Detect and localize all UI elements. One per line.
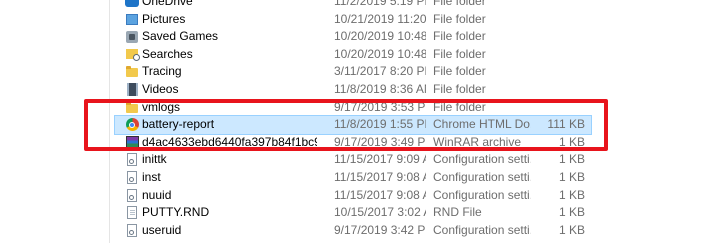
file-row[interactable]: Tracing 3/11/2017 8:20 PM File folder (110, 63, 720, 81)
file-row[interactable]: OneDrive 11/2/2019 5:19 PM File folder (110, 0, 720, 11)
file-row[interactable]: Searches 10/20/2019 10:48 ... File folder (110, 46, 720, 64)
file-name: useruid (142, 222, 182, 237)
file-icon-cell (124, 169, 140, 186)
file-type: RND File (433, 205, 482, 220)
file-list: OneDrive 11/2/2019 5:19 PM File folder Pict… (110, 0, 720, 239)
file-icon-cell (124, 116, 140, 133)
config-file-icon (127, 188, 137, 202)
file-name: battery-report (142, 117, 215, 132)
folder-icon (126, 66, 138, 78)
file-name: Videos (142, 81, 179, 96)
file-icon-cell (124, 151, 140, 168)
config-file-icon (127, 223, 137, 237)
file-size: 1 KB (558, 222, 585, 237)
file-type: Configuration setti... (433, 152, 531, 167)
file-row[interactable]: inittk 11/15/2017 9:09 A... Configuration … (110, 151, 720, 169)
file-type: File folder (433, 99, 486, 114)
searches-folder-icon (126, 49, 140, 62)
file-type: File folder (433, 81, 486, 96)
file-type: Chrome HTML Do... (433, 117, 531, 132)
file-icon-cell (124, 81, 140, 98)
file-name: OneDrive (142, 0, 193, 8)
file-size: 1 KB (558, 169, 585, 184)
file-icon-cell (124, 187, 140, 204)
winrar-archive-icon (125, 136, 139, 149)
file-icon-cell (124, 0, 140, 10)
pictures-folder-icon (126, 13, 138, 25)
file-icon-cell (124, 28, 140, 45)
file-type: WinRAR archive (433, 134, 522, 149)
file-icon-cell (124, 11, 140, 28)
file-row[interactable]: useruid 9/17/2019 3:42 PM Configuration se… (110, 222, 720, 240)
file-icon-cell (124, 134, 140, 151)
file-name: inst (142, 169, 161, 184)
file-name: Searches (142, 46, 193, 61)
videos-folder-icon (126, 82, 138, 96)
file-date-modified: 11/2/2019 5:19 PM (334, 0, 426, 8)
file-name: Saved Games (142, 29, 219, 44)
file-row[interactable]: d4ac4633ebd6440fa397b84f1bc94a3c 9/17/201… (110, 134, 720, 152)
file-name: vmlogs (142, 99, 181, 114)
file-row[interactable]: Videos 11/8/2019 8:36 AM File folder (110, 81, 720, 99)
file-row[interactable]: battery-report 11/8/2019 1:55 PM Chrome HT… (114, 115, 592, 135)
file-type: File folder (433, 64, 486, 79)
file-date-modified: 11/8/2019 1:55 PM (334, 117, 426, 132)
file-icon-cell (124, 63, 140, 80)
file-type: Configuration setti... (433, 169, 531, 184)
file-icon-cell (124, 99, 140, 116)
config-file-icon (127, 153, 137, 167)
file-row[interactable]: Saved Games 10/20/2019 10:48 ... File fold… (110, 28, 720, 46)
navigation-pane (0, 0, 110, 243)
file-icon-cell (124, 46, 140, 63)
file-row[interactable]: PUTTY.RND 10/15/2017 3:02 A... RND File 1 K… (110, 204, 720, 222)
file-row[interactable]: vmlogs 9/17/2019 3:53 PM File folder (110, 99, 720, 117)
file-date-modified: 11/15/2017 9:08 A... (334, 169, 426, 184)
file-type: Configuration setti... (433, 222, 531, 237)
file-type: Configuration setti... (433, 187, 531, 202)
file-date-modified: 9/17/2019 3:49 PM (334, 134, 426, 149)
file-size: 1 KB (558, 134, 585, 149)
file-icon (127, 206, 137, 220)
folder-icon (126, 101, 138, 113)
file-size: 111 KB (547, 117, 585, 132)
file-date-modified: 10/20/2019 10:48 ... (334, 46, 426, 61)
file-type: File folder (433, 46, 486, 61)
file-name: inittk (142, 152, 167, 167)
file-date-modified: 11/15/2017 9:08 A... (334, 187, 426, 202)
file-name: nuuid (142, 187, 172, 202)
onedrive-icon (125, 0, 139, 7)
file-date-modified: 9/17/2019 3:53 PM (334, 99, 426, 114)
file-name: d4ac4633ebd6440fa397b84f1bc94a3c (142, 134, 317, 149)
chrome-html-icon (125, 118, 139, 132)
file-size: 1 KB (558, 152, 585, 167)
saved-games-icon (126, 30, 138, 43)
file-date-modified: 10/15/2017 3:02 A... (334, 205, 426, 220)
file-date-modified: 3/11/2017 8:20 PM (334, 64, 426, 79)
file-icon-cell (124, 222, 140, 239)
file-name: Pictures (142, 11, 186, 26)
file-size: 1 KB (558, 205, 585, 220)
config-file-icon (127, 170, 137, 184)
file-type: File folder (433, 0, 486, 8)
file-name: Tracing (142, 64, 182, 79)
file-date-modified: 11/8/2019 8:36 AM (334, 81, 426, 96)
file-type: File folder (433, 29, 486, 44)
file-date-modified: 10/21/2019 11:20 ... (334, 11, 426, 26)
file-size: 1 KB (558, 187, 585, 202)
file-row[interactable]: inst 11/15/2017 9:08 A... Configuration se… (110, 169, 720, 187)
file-date-modified: 9/17/2019 3:42 PM (334, 222, 426, 237)
file-row[interactable]: Pictures 10/21/2019 11:20 ... File folder (110, 11, 720, 29)
file-name: PUTTY.RND (142, 205, 210, 220)
file-icon-cell (124, 204, 140, 221)
file-row[interactable]: nuuid 11/15/2017 9:08 A... Configuration s… (110, 187, 720, 205)
file-type: File folder (433, 11, 486, 26)
file-date-modified: 11/15/2017 9:09 A... (334, 152, 426, 167)
file-date-modified: 10/20/2019 10:48 ... (334, 29, 426, 44)
